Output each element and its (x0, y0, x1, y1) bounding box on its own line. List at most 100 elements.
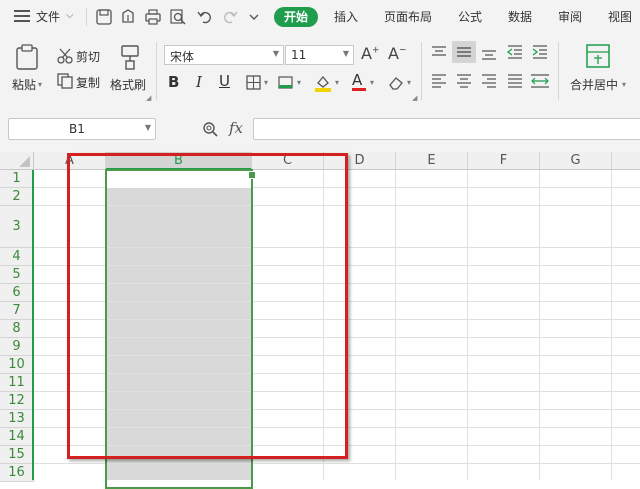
fill-color-icon[interactable] (314, 74, 332, 95)
column-header-g[interactable]: G (540, 152, 612, 170)
chevron-down-icon: ▼ (343, 49, 349, 58)
row-header-10[interactable]: 10 (0, 356, 34, 374)
italic-icon[interactable]: I (196, 73, 202, 91)
menu-bar: 文件 ⌵ 开始 插入 页面布局 公式 数据 审阅 视图 (0, 0, 640, 34)
align-bottom-icon[interactable] (481, 46, 497, 63)
align-top-icon[interactable] (431, 46, 447, 63)
paste-icon[interactable] (14, 44, 40, 73)
redo-icon[interactable] (222, 9, 238, 28)
menu-divider (86, 8, 87, 26)
grid-vline (467, 170, 468, 480)
paste-button[interactable]: 粘贴 (12, 76, 36, 93)
save-icon[interactable] (96, 9, 112, 28)
align-right-icon[interactable] (481, 74, 497, 91)
row-header-11[interactable]: 11 (0, 374, 34, 392)
hamburger-icon[interactable] (14, 10, 30, 22)
column-header-h[interactable] (612, 152, 640, 170)
chevron-down-icon[interactable]: ⌵ (66, 10, 74, 21)
ribbon-divider (558, 42, 559, 100)
export-icon[interactable] (120, 9, 136, 28)
underline-icon[interactable]: U (219, 72, 230, 90)
copy-icon[interactable] (57, 73, 73, 92)
print-icon[interactable] (145, 9, 161, 28)
borders-icon[interactable] (246, 75, 261, 93)
merge-cells-icon[interactable] (586, 44, 610, 71)
cell-style-icon[interactable] (278, 75, 294, 93)
row-header-1[interactable]: 1 (0, 170, 34, 188)
row-header-14[interactable]: 14 (0, 428, 34, 446)
chevron-down-icon: ▼ (273, 49, 279, 58)
tab-data[interactable]: 数据 (508, 7, 532, 27)
bold-icon[interactable]: B (168, 73, 179, 91)
font-size-select[interactable]: 11 ▼ (285, 45, 354, 65)
row-header-9[interactable]: 9 (0, 338, 34, 356)
row-header-3[interactable]: 3 (0, 206, 34, 248)
copy-button[interactable]: 复制 (76, 74, 100, 91)
decrease-font-icon[interactable]: A− (388, 44, 407, 63)
chevron-down-icon[interactable]: ▼ (145, 123, 151, 132)
group-launcher-icon[interactable]: ◢ (412, 94, 417, 102)
paste-dropdown-icon[interactable]: ▾ (38, 80, 42, 89)
font-name-select[interactable]: 宋体 ▼ (164, 45, 284, 65)
print-preview-icon[interactable] (170, 9, 186, 28)
annotation-highlight-box (67, 153, 348, 459)
tab-page-layout[interactable]: 页面布局 (384, 7, 432, 27)
font-size-value: 11 (291, 48, 306, 62)
row-header-2[interactable]: 2 (0, 188, 34, 206)
eraser-dropdown-icon[interactable]: ▾ (407, 78, 411, 87)
tab-review[interactable]: 审阅 (558, 7, 582, 27)
align-center-icon[interactable] (456, 74, 472, 91)
format-painter-button[interactable]: 格式刷 (110, 76, 146, 93)
cell-style-dropdown-icon[interactable]: ▾ (297, 78, 301, 87)
scissors-icon[interactable] (57, 48, 73, 67)
file-menu[interactable]: 文件 (36, 7, 60, 27)
row-header-highlight (32, 170, 34, 480)
row-header-6[interactable]: 6 (0, 284, 34, 302)
row-header-7[interactable]: 7 (0, 302, 34, 320)
formula-input[interactable] (253, 118, 640, 140)
font-color-dropdown-icon[interactable]: ▾ (370, 78, 374, 87)
increase-indent-icon[interactable] (532, 45, 548, 62)
merge-center-button[interactable]: 合并居中 (570, 76, 618, 93)
row-header-15[interactable]: 15 (0, 446, 34, 464)
grid-vline (539, 170, 540, 480)
row-header-4[interactable]: 4 (0, 248, 34, 266)
eraser-icon[interactable] (388, 75, 404, 93)
tab-view[interactable]: 视图 (608, 7, 632, 27)
font-name-value: 宋体 (170, 48, 194, 65)
increase-font-icon[interactable]: A+ (361, 44, 380, 63)
format-painter-icon[interactable] (117, 44, 143, 73)
align-middle-icon[interactable] (452, 41, 476, 63)
zoom-search-icon[interactable] (202, 121, 218, 140)
ribbon-divider (156, 42, 157, 100)
justify-icon[interactable] (507, 74, 523, 91)
fill-color-dropdown-icon[interactable]: ▾ (335, 78, 339, 87)
font-color-icon[interactable]: A (352, 72, 366, 91)
borders-dropdown-icon[interactable]: ▾ (264, 78, 268, 87)
ribbon-divider (421, 42, 422, 100)
row-header-8[interactable]: 8 (0, 320, 34, 338)
name-box[interactable]: B1 ▼ (8, 118, 156, 140)
column-header-f[interactable]: F (468, 152, 540, 170)
merge-dropdown-icon[interactable]: ▾ (622, 80, 626, 89)
customize-arrow-icon[interactable] (249, 11, 259, 25)
row-header-13[interactable]: 13 (0, 410, 34, 428)
grid-vline (395, 170, 396, 480)
tab-insert[interactable]: 插入 (334, 7, 358, 27)
cut-button[interactable]: 剪切 (76, 48, 100, 65)
decrease-indent-icon[interactable] (507, 45, 523, 62)
row-header-16[interactable]: 16 (0, 464, 34, 482)
fx-icon[interactable]: fx (229, 119, 243, 137)
row-header-12[interactable]: 12 (0, 392, 34, 410)
tab-home[interactable]: 开始 (274, 7, 318, 27)
align-left-icon[interactable] (431, 74, 447, 91)
grid-vline (611, 170, 612, 480)
undo-icon[interactable] (197, 9, 213, 28)
name-box-value: B1 (69, 122, 85, 136)
column-header-e[interactable]: E (396, 152, 468, 170)
tab-formulas[interactable]: 公式 (458, 7, 482, 27)
distributed-icon[interactable] (530, 74, 550, 91)
group-launcher-icon[interactable]: ◢ (146, 94, 151, 102)
select-all-corner[interactable] (0, 152, 34, 170)
row-header-5[interactable]: 5 (0, 266, 34, 284)
